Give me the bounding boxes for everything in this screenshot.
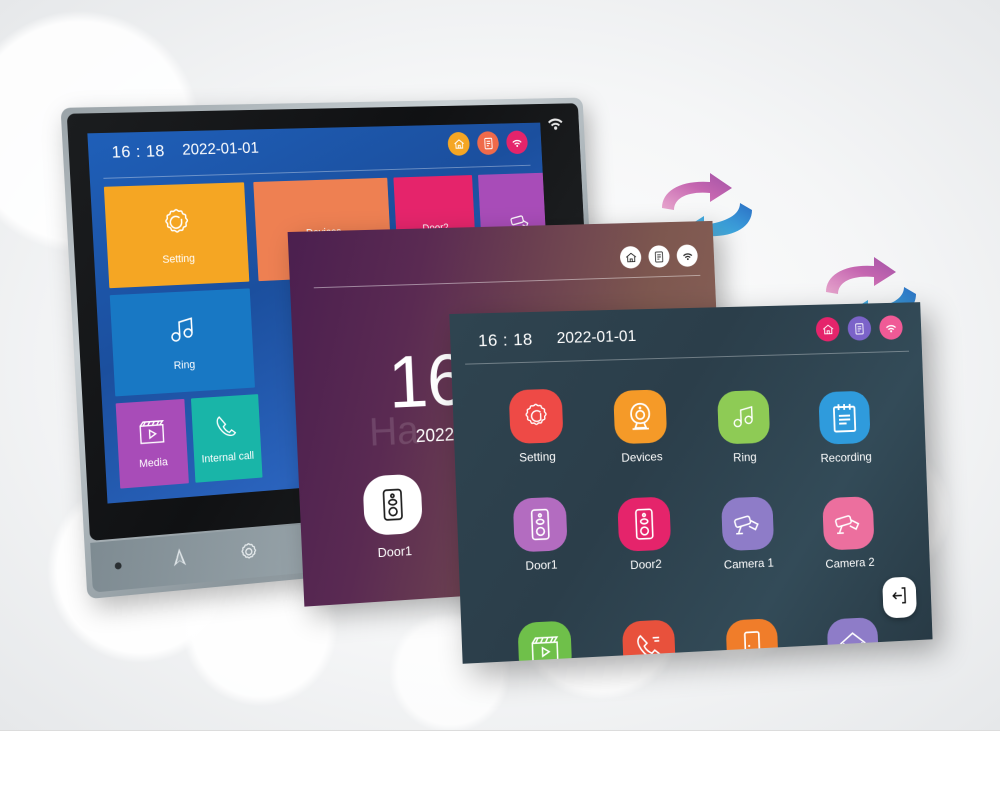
app-camera1[interactable]: Camera 1 [695,495,800,577]
status-icons-home [815,315,904,342]
tile-setting[interactable]: Setting [103,182,250,289]
tile-media[interactable]: Media [115,398,189,489]
status-icons-tiles [447,130,529,156]
tile-label: Ring [173,358,196,372]
settings-gear-icon[interactable] [236,538,262,570]
shortcut-label: Door1 [377,543,413,561]
cctv-icon [822,496,875,551]
clock-time: 16 : 18 [111,141,166,162]
app-media[interactable]: Media [491,619,599,664]
app-grid: Setting Devices Ring Recording Door1 Doo… [482,378,905,664]
app-label: Ring [732,449,757,465]
app-label: Camera 2 [825,555,875,571]
tile-internal-call[interactable]: Internal call [190,394,263,483]
home-icon[interactable] [447,131,471,156]
app-devices[interactable]: Devices [587,389,694,474]
clock-date: 2022-01-01 [556,328,637,348]
tile-label: Setting [162,252,196,266]
phone-call-icon [212,412,240,446]
music-note-icon [165,312,201,354]
indicator-led [114,561,122,570]
app-camera2[interactable]: Camera 2 [797,495,900,572]
wifi-icon[interactable] [676,244,699,267]
screenshot-root: 16 : 18 2022-01-01 Setting Ring Media In… [0,0,1000,800]
app-setting[interactable]: Setting [482,388,591,478]
media-clap-icon [517,620,573,664]
tile-ring[interactable]: Ring [109,288,255,397]
doorbell-icon [512,496,568,553]
gear-icon [158,204,196,248]
status-icons-clock [619,244,699,269]
unlock-icon[interactable] [167,544,193,577]
app-door2[interactable]: Door2 [592,495,699,581]
status-divider [465,350,910,365]
cctv-icon [720,496,774,552]
home-icon[interactable] [619,245,642,269]
app-label: Recording [820,449,872,466]
tile-label: Media [138,456,169,471]
doorbell-icon [617,496,672,552]
app-label: Door2 [630,556,663,573]
shortcut-door1[interactable]: Door1 [359,473,427,561]
music-note-icon [716,389,770,445]
background-footer [0,731,1000,800]
back-exit-icon [889,584,910,611]
tile-column-1: Setting Ring Media Internal call [103,182,263,489]
camera-dome-icon [613,389,668,445]
back-exit-button[interactable] [882,576,917,619]
clock-date: 2022-01-01 [181,139,260,159]
clock-time: 16 : 18 [477,329,534,351]
app-recording[interactable]: Recording [793,390,896,466]
gear-icon [508,388,564,445]
tile-row-small: Media Internal call [115,394,263,489]
document-icon[interactable] [648,245,670,268]
media-clap-icon [137,417,167,452]
app-label: Camera 1 [723,555,775,572]
screen-home: 16 : 18 2022-01-01 Setting Devices Ring … [449,302,933,664]
wifi-icon[interactable] [505,130,529,155]
app-label: Devices [621,449,663,465]
document-icon[interactable] [847,315,872,341]
wifi-icon[interactable] [878,315,904,340]
home-icon[interactable] [815,316,840,342]
app-label: Setting [518,449,556,465]
status-divider [313,274,701,289]
app-door1[interactable]: Door1 [486,496,595,587]
notepad-icon [818,390,871,445]
app-label: Door1 [525,557,558,573]
doorbell-icon [362,473,424,537]
app-ring[interactable]: Ring [691,389,796,470]
device-wifi-icon [545,115,566,137]
tile-label: Internal call [201,449,255,466]
document-icon[interactable] [476,131,500,156]
